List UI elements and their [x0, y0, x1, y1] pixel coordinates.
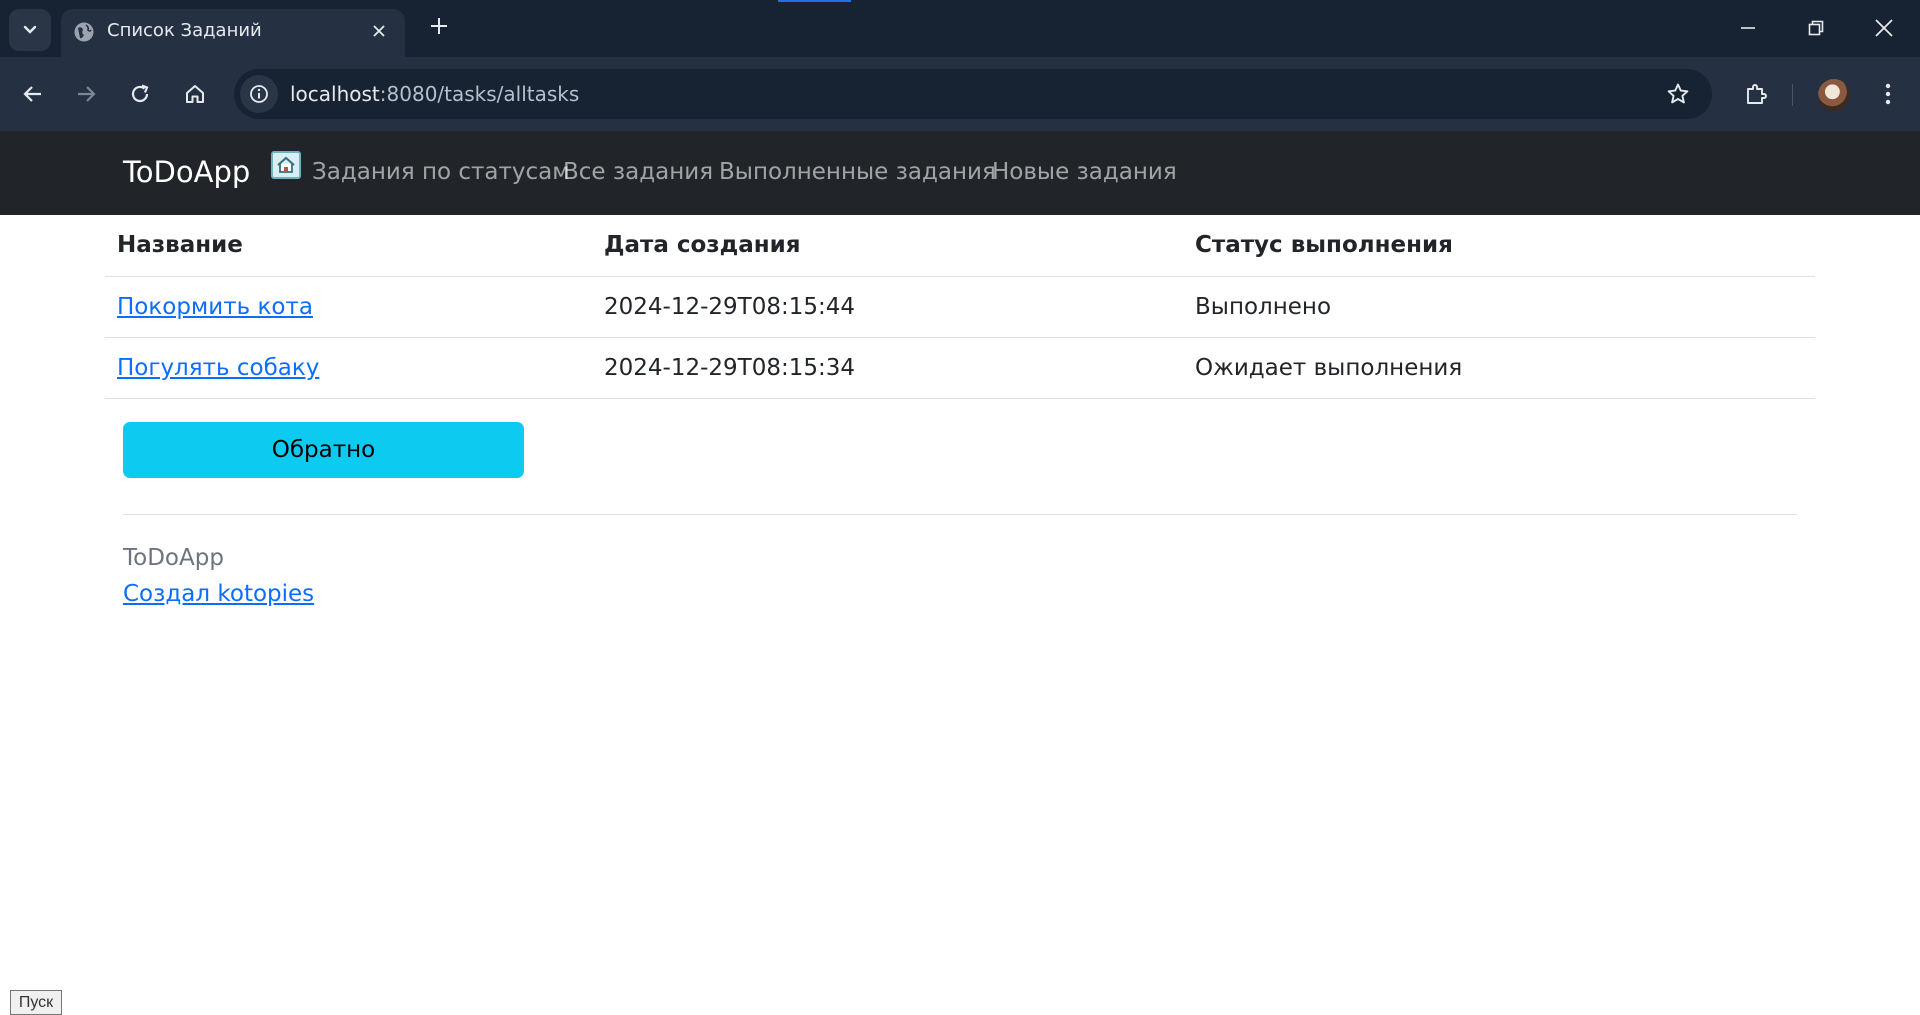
column-header-created: Дата создания: [592, 215, 1183, 277]
globe-icon: [74, 22, 94, 42]
url-path: :8080/tasks/alltasks: [379, 82, 580, 106]
minimize-icon: [1741, 27, 1755, 29]
task-status-cell: Ожидает выполнения: [1183, 337, 1815, 399]
star-icon: [1667, 83, 1689, 104]
table-row: Покормить кота 2024-12-29T08:15:44 Выпол…: [105, 276, 1815, 338]
start-button[interactable]: Пуск: [10, 990, 62, 1015]
browser-tab-active[interactable]: Список Заданий: [61, 9, 405, 57]
tab-close-button[interactable]: [367, 19, 391, 43]
close-icon: [1875, 19, 1893, 37]
footer-brand: ToDoApp: [123, 545, 224, 571]
toolbar-separator: [1792, 84, 1793, 106]
nav-link-by-status[interactable]: Задания по статусам: [312, 159, 570, 185]
url-host: localhost: [290, 82, 380, 106]
chevron-down-icon: [23, 25, 37, 34]
task-created-cell: 2024-12-29T08:15:44: [592, 276, 1183, 338]
forward-nav-button[interactable]: [66, 74, 106, 114]
navbar-brand[interactable]: ToDoApp: [123, 155, 250, 189]
reload-icon: [131, 84, 149, 103]
task-name-cell: Покормить кота: [105, 276, 592, 338]
puzzle-icon: [1747, 84, 1767, 104]
home-icon[interactable]: [271, 151, 301, 179]
nav-link-new-tasks[interactable]: Новые задания: [992, 159, 1177, 185]
back-button[interactable]: Обратно: [123, 422, 524, 478]
footer-author-link[interactable]: Создал kotopies: [123, 581, 314, 607]
tab-search-button[interactable]: [9, 9, 51, 51]
arrow-right-icon: [78, 86, 96, 102]
task-link[interactable]: Покормить кота: [117, 294, 313, 320]
bookmark-button[interactable]: [1664, 80, 1692, 108]
home-icon: [186, 85, 204, 103]
site-info-button[interactable]: [240, 75, 278, 113]
home-nav-button[interactable]: [175, 74, 215, 114]
task-created-cell: 2024-12-29T08:15:34: [592, 337, 1183, 399]
browser-menu-button[interactable]: [1868, 74, 1908, 114]
task-status-cell: Выполнено: [1183, 276, 1815, 338]
table-header-row: Название Дата создания Статус выполнения: [105, 215, 1815, 277]
footer-divider: [123, 514, 1797, 515]
address-bar[interactable]: localhost:8080/tasks/alltasks: [234, 69, 1712, 119]
reload-button[interactable]: [120, 74, 160, 114]
restore-icon: [1808, 20, 1824, 36]
app-navbar: ToDoApp Задания по статусам Все задания …: [0, 131, 1920, 215]
tab-title: Список Заданий: [107, 20, 262, 41]
profile-avatar[interactable]: [1818, 79, 1850, 111]
plus-icon: [431, 18, 447, 34]
restore-button[interactable]: [1796, 8, 1836, 48]
extensions-button[interactable]: [1736, 74, 1776, 114]
tabstrip-accent: [778, 0, 851, 2]
nav-link-all-tasks[interactable]: Все задания: [563, 159, 713, 185]
kebab-menu-icon: [1885, 83, 1891, 105]
browser-toolbar: localhost:8080/tasks/alltasks: [0, 57, 1920, 131]
arrow-left-icon: [23, 86, 41, 102]
column-header-status: Статус выполнения: [1183, 215, 1815, 277]
info-icon: [250, 85, 268, 103]
close-window-button[interactable]: [1864, 8, 1904, 48]
browser-tabstrip: Список Заданий: [0, 0, 1920, 57]
minimize-button[interactable]: [1728, 8, 1768, 48]
task-name-cell: Погулять собаку: [105, 337, 592, 399]
new-tab-button[interactable]: [424, 11, 454, 41]
back-nav-button[interactable]: [13, 74, 53, 114]
column-header-name: Название: [105, 215, 592, 277]
close-icon: [373, 25, 385, 37]
nav-link-completed-tasks[interactable]: Выполненные задания: [719, 159, 996, 185]
table-row: Погулять собаку 2024-12-29T08:15:34 Ожид…: [105, 337, 1815, 399]
tasks-table: Название Дата создания Статус выполнения…: [105, 215, 1815, 399]
url-text[interactable]: localhost:8080/tasks/alltasks: [290, 82, 579, 106]
task-link[interactable]: Погулять собаку: [117, 355, 319, 381]
